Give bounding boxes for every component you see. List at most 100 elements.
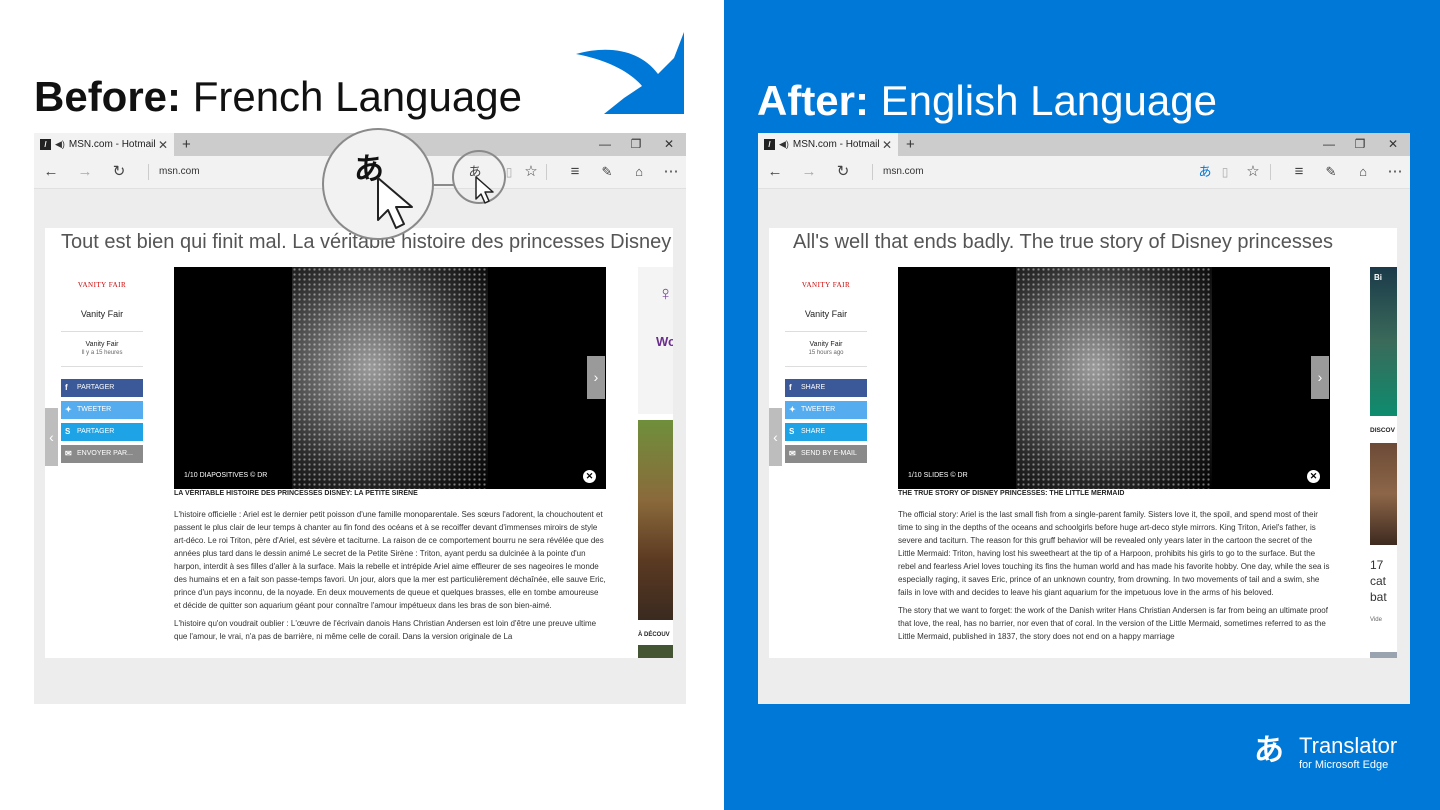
bing-promo[interactable]: Bi [1370, 267, 1397, 416]
tab-close-icon[interactable]: ✕ [158, 138, 168, 152]
favorites-star-icon[interactable]: ☆ [520, 156, 542, 188]
time-ago: 15 hours ago [785, 350, 867, 367]
tab-title: MSN.com - Hotmail [792, 139, 880, 150]
article-body: THE TRUE STORY OF DISNEY PRINCESSES: THE… [898, 490, 1330, 648]
article-headline: All's well that ends badly. The true sto… [793, 231, 1333, 253]
tab-title: MSN.com - Hotmail [68, 139, 156, 150]
new-tab-button[interactable]: + [906, 133, 915, 156]
promo-text[interactable]: 17 cat bat [1370, 557, 1387, 605]
audio-icon: ◀) [779, 139, 789, 149]
source-name[interactable]: Vanity Fair [785, 309, 867, 332]
source-small: Vanity Fair [809, 341, 843, 348]
mermaid-engraving-image [1016, 267, 1212, 489]
navigation-bar: ← → ↻ msn.com あ ▯ ☆ ≡ ✎ ⌂ ⋯ [758, 156, 1410, 189]
restore-icon[interactable]: ❐ [1345, 133, 1375, 156]
article-title: LA VÉRITABLE HISTOIRE DES PRINCESSES DIS… [174, 490, 418, 497]
discover-label: À DÉCOUV [638, 632, 670, 638]
refresh-icon[interactable]: ↻ [108, 156, 130, 188]
new-tab-button[interactable]: + [182, 133, 191, 156]
share-icon[interactable]: ⌂ [1352, 156, 1374, 188]
mermaid-engraving-image [292, 267, 488, 489]
next-arrow-button[interactable]: › [1311, 356, 1329, 399]
source-column: VANITY FAIR Vanity Fair Vanity Fair 15 h… [785, 268, 867, 463]
skype-share-button[interactable]: S SHARE [785, 423, 867, 441]
facebook-share-button[interactable]: f PARTAGER [61, 379, 143, 397]
ad-text: Wo [656, 334, 673, 349]
slide-caption: 1/10 DIAPOSITIVES © DR [184, 472, 268, 479]
expand-icon[interactable]: ✕ [1307, 470, 1320, 483]
previous-arrow-button[interactable]: ‹ [45, 408, 58, 466]
more-icon[interactable]: ⋯ [1384, 156, 1406, 188]
window-close-icon[interactable]: ✕ [654, 133, 684, 156]
tweet-button[interactable]: ✦ TWEETER [61, 401, 143, 419]
web-note-icon[interactable]: ✎ [596, 156, 618, 188]
forward-icon[interactable]: → [798, 156, 820, 188]
facebook-icon: f [789, 383, 792, 392]
promo-photo[interactable] [638, 645, 673, 658]
share-icon[interactable]: ⌂ [628, 156, 650, 188]
source-name[interactable]: Vanity Fair [61, 309, 143, 332]
ad-logo-icon: ♀ [658, 283, 673, 305]
promo-video-label: Vide [1370, 617, 1382, 623]
facebook-icon: f [65, 383, 68, 392]
article-paragraph: L'histoire qu'on voudrait oublier : L'œu… [174, 619, 597, 641]
refresh-icon[interactable]: ↻ [832, 156, 854, 188]
twitter-icon: ✦ [789, 405, 796, 414]
browser-tab[interactable]: / ◀) MSN.com - Hotmail ✕ [758, 133, 898, 156]
tab-close-icon[interactable]: ✕ [882, 138, 892, 152]
forward-icon[interactable]: → [74, 156, 96, 188]
web-note-icon[interactable]: ✎ [1320, 156, 1342, 188]
minimize-icon[interactable]: — [590, 133, 620, 156]
previous-arrow-button[interactable]: ‹ [769, 408, 782, 466]
skype-share-button[interactable]: S PARTAGER [61, 423, 143, 441]
promo-photo[interactable] [638, 420, 673, 620]
source-small: Vanity Fair [85, 341, 119, 348]
email-icon: ✉ [789, 449, 796, 458]
translator-name: Translator [1299, 733, 1398, 758]
address-bar[interactable]: msn.com [148, 164, 200, 180]
article-paragraph: L'histoire officielle : Ariel est le der… [174, 510, 606, 610]
after-heading: After: English Language [757, 77, 1217, 124]
discover-label: DISCOV [1370, 427, 1395, 434]
email-icon: ✉ [65, 449, 72, 458]
advertisement[interactable]: ♀ Wo [638, 267, 673, 414]
more-icon[interactable]: ⋯ [660, 156, 682, 188]
address-bar[interactable]: msn.com [872, 164, 924, 180]
msn-favicon-icon: / [40, 139, 51, 150]
promo-photo[interactable] [1370, 443, 1397, 545]
right-rail: ♀ Wo À DÉCOUV [638, 267, 673, 658]
source-column: VANITY FAIR Vanity Fair Vanity Fair Il y… [61, 268, 143, 463]
hub-icon[interactable]: ≡ [1288, 156, 1310, 188]
article-paragraph: The story that we want to forget: the wo… [898, 606, 1328, 641]
email-share-button[interactable]: ✉ SEND BY E-MAIL [785, 445, 867, 463]
back-icon[interactable]: ← [764, 156, 786, 188]
article-paragraph: The official story: Ariel is the last sm… [898, 510, 1330, 597]
translate-button-magnifier: あ [322, 128, 434, 240]
before-heading: Before: French Language [34, 73, 522, 120]
email-share-button[interactable]: ✉ ENVOYER PAR... [61, 445, 143, 463]
bing-label: Bi [1374, 273, 1382, 282]
translator-subtitle: for Microsoft Edge [1299, 759, 1389, 771]
restore-icon[interactable]: ❐ [621, 133, 651, 156]
twitter-icon: ✦ [65, 405, 72, 414]
hub-icon[interactable]: ≡ [564, 156, 586, 188]
browser-tab[interactable]: / ◀) MSN.com - Hotmail ✕ [34, 133, 174, 156]
tab-bar: / ◀) MSN.com - Hotmail ✕ + — ❐ ✕ [758, 133, 1410, 156]
skype-icon: S [789, 427, 795, 436]
small-cursor-icon [475, 176, 494, 204]
facebook-share-button[interactable]: f SHARE [785, 379, 867, 397]
vanity-fair-logo: VANITY FAIR [77, 281, 127, 289]
back-icon[interactable]: ← [40, 156, 62, 188]
window-close-icon[interactable]: ✕ [1378, 133, 1408, 156]
next-arrow-button[interactable]: › [587, 356, 605, 399]
translate-icon-active[interactable]: あ [1194, 156, 1216, 188]
skype-icon: S [65, 427, 71, 436]
favorites-star-icon[interactable]: ☆ [1242, 156, 1264, 188]
after-browser-window: / ◀) MSN.com - Hotmail ✕ + — ❐ ✕ ← → ↻ m… [758, 133, 1410, 704]
minimize-icon[interactable]: — [1314, 133, 1344, 156]
tweet-button[interactable]: ✦ TWEETER [785, 401, 867, 419]
reading-view-icon[interactable]: ▯ [1214, 156, 1236, 188]
curved-arrow-icon [576, 32, 684, 114]
expand-icon[interactable]: ✕ [583, 470, 596, 483]
promo-thumbnail[interactable] [1370, 652, 1397, 658]
